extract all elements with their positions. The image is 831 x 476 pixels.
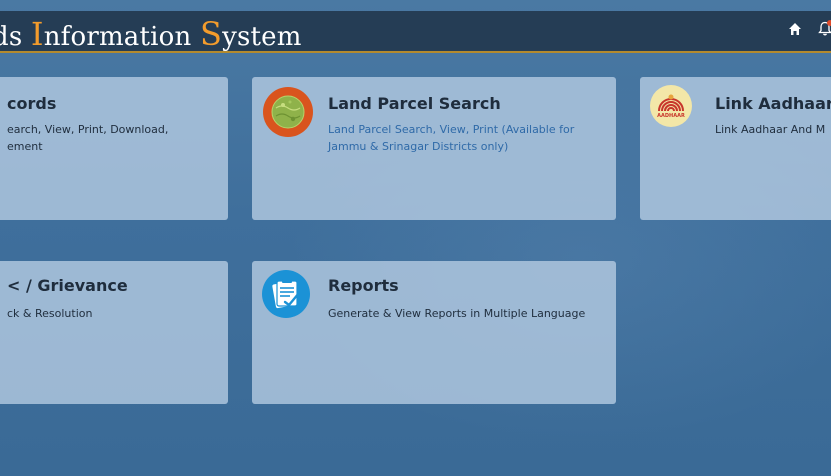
notification-bell-icon[interactable] [818, 20, 831, 37]
card-feedback-grievance[interactable]: < / Grievance ck & Resolution [0, 261, 228, 404]
aadhaar-logo-label: AADHAAR [657, 113, 685, 119]
site-title-capital: S [199, 15, 223, 53]
card-description: Link Aadhaar And M [715, 123, 826, 136]
card-link-aadhaar[interactable]: AADHAAR Link Aadhaar Link Aadhaar And M [640, 77, 831, 220]
page-background [0, 0, 831, 476]
card-land-parcel-search[interactable]: Land Parcel Search Land Parcel Search, V… [252, 77, 616, 220]
site-title-part: ds [0, 22, 23, 52]
card-records[interactable]: cords earch, View, Print, Download, emen… [0, 77, 228, 220]
card-description: earch, View, Print, Download, ement [7, 121, 222, 155]
card-title: Link Aadhaar [715, 94, 831, 113]
card-description-line: earch, View, Print, Download, [7, 123, 169, 136]
notification-badge [827, 20, 831, 26]
card-description: Generate & View Reports in Multiple Lang… [328, 307, 586, 320]
reports-clipboard-icon [262, 270, 310, 318]
card-reports[interactable]: Reports Generate & View Reports in Multi… [252, 261, 616, 404]
card-title: Land Parcel Search [328, 94, 501, 113]
home-icon[interactable] [788, 22, 802, 36]
card-description: Land Parcel Search, View, Print (Availab… [328, 123, 575, 153]
land-parcel-globe-icon [263, 87, 313, 137]
card-title: cords [7, 94, 57, 113]
site-title-part: nformation [43, 22, 200, 52]
site-title-capital: I [30, 15, 44, 53]
site-title[interactable]: ds Information System [0, 15, 302, 53]
card-title: Reports [328, 276, 399, 295]
card-title: < / Grievance [7, 276, 128, 295]
card-description-line: ement [7, 140, 43, 153]
top-header-bar: ds Information System [0, 11, 831, 53]
card-description: ck & Resolution [7, 307, 93, 320]
site-title-part: ystem [222, 22, 302, 52]
aadhaar-logo-icon: AADHAAR [650, 85, 692, 127]
